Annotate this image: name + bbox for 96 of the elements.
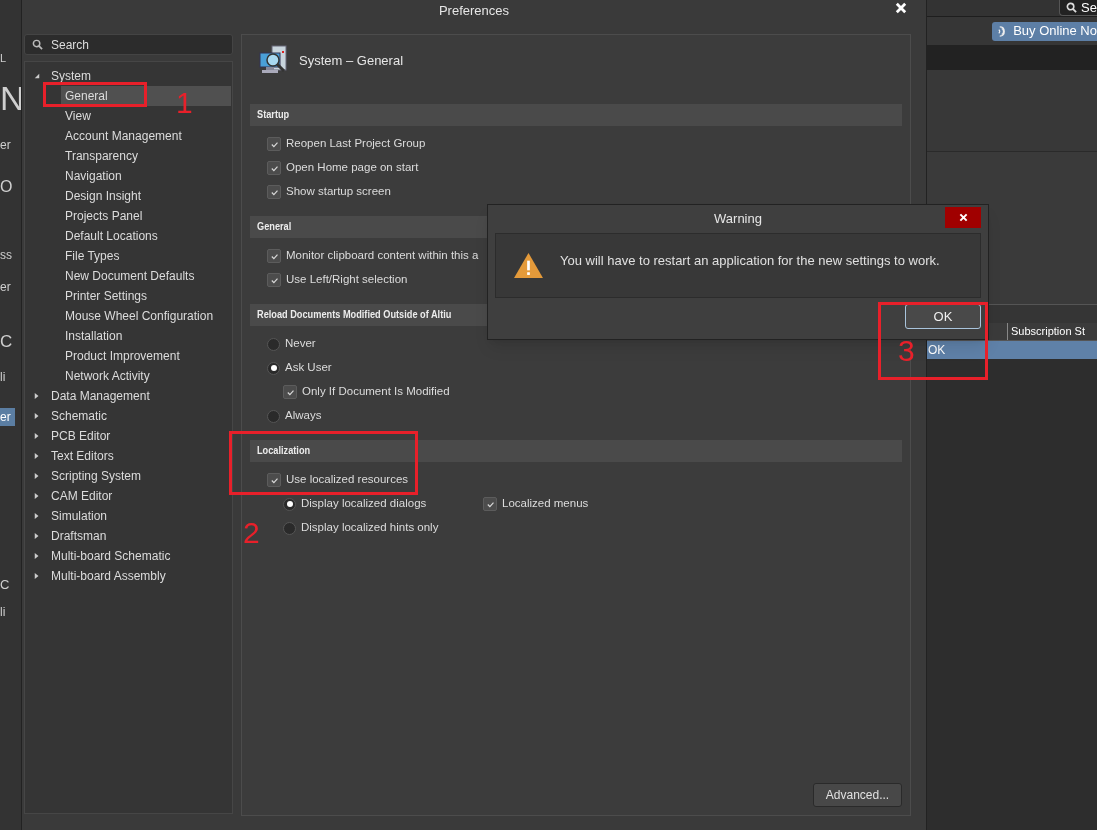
tree-item[interactable]: Data Management xyxy=(49,387,152,405)
tree-item[interactable]: Default Locations xyxy=(61,226,231,246)
text-fragment: C xyxy=(0,576,10,594)
table-row[interactable]: OK xyxy=(927,341,1097,359)
tree-item[interactable]: Schematic xyxy=(49,407,110,425)
collapse-arrow-icon[interactable] xyxy=(33,72,41,80)
radio-button[interactable] xyxy=(283,521,296,535)
annotation-number: 3 xyxy=(898,336,915,366)
expand-arrow-icon[interactable] xyxy=(33,392,41,400)
expand-arrow-icon[interactable] xyxy=(33,492,41,500)
option-label: Always xyxy=(285,408,322,424)
tree-item[interactable]: File Types xyxy=(61,246,231,266)
tree-item[interactable]: Projects Panel xyxy=(61,206,231,226)
window-title: Preferences xyxy=(438,2,510,21)
close-icon xyxy=(958,213,968,222)
checkbox[interactable] xyxy=(267,273,281,287)
option-label: Reopen Last Project Group xyxy=(286,136,426,152)
tree-item[interactable]: PCB Editor xyxy=(49,427,113,445)
radio-button[interactable] xyxy=(267,409,280,423)
checkbox[interactable] xyxy=(267,161,281,175)
text-fragment: C xyxy=(0,331,13,353)
expand-arrow-icon[interactable] xyxy=(33,552,41,560)
tree-item[interactable]: Scripting System xyxy=(49,467,144,485)
checkbox[interactable] xyxy=(267,249,281,263)
search-field[interactable]: Search xyxy=(24,34,233,55)
text-fragment: er xyxy=(0,137,11,154)
table-cell-text: OK xyxy=(927,342,946,359)
option-label: Display localized dialogs xyxy=(301,496,428,512)
expand-arrow-icon[interactable] xyxy=(33,572,41,580)
option-label: Never xyxy=(285,336,316,352)
dialog-title: Warning xyxy=(714,210,762,229)
expand-arrow-icon[interactable] xyxy=(33,532,41,540)
tree-item[interactable]: Installation xyxy=(61,326,231,346)
text-fragment: li xyxy=(0,604,6,621)
expand-arrow-icon[interactable] xyxy=(33,512,41,520)
text-fragment: N xyxy=(0,78,21,118)
option-label: Only If Document Is Modified xyxy=(302,384,450,400)
section-header: Localization xyxy=(257,443,311,459)
checkbox[interactable] xyxy=(267,473,281,487)
option-label: Use Left/Right selection xyxy=(286,272,408,288)
tree-item[interactable]: Transparency xyxy=(61,146,231,166)
expand-arrow-icon[interactable] xyxy=(33,472,41,480)
buy-button[interactable]: Buy Online No xyxy=(992,21,1097,41)
text-fragment: ss xyxy=(0,247,12,264)
section-header: General xyxy=(257,219,292,235)
tree-item[interactable]: CAM Editor xyxy=(49,487,115,505)
tree-item[interactable]: Multi-board Assembly xyxy=(49,567,168,585)
page-title: System – General xyxy=(299,52,404,71)
section-header: Reload Documents Modified Outside of Altiu xyxy=(257,307,452,323)
option-label: Open Home page on start xyxy=(286,160,419,176)
ok-button[interactable]: OK xyxy=(905,304,981,329)
option-label: Show startup screen xyxy=(286,184,391,200)
tree-item[interactable]: Multi-board Schematic xyxy=(49,547,173,565)
option-label: Use localized resources xyxy=(286,472,409,488)
tree-item[interactable]: Printer Settings xyxy=(61,286,231,306)
option-label: Monitor clipboard content within this a xyxy=(286,248,479,264)
radio-button[interactable] xyxy=(267,361,280,375)
option-label: Localized menus xyxy=(502,496,589,512)
tree-item[interactable]: Account Management xyxy=(61,126,231,146)
tree-item[interactable]: Mouse Wheel Configuration xyxy=(61,306,231,326)
section-header: Startup xyxy=(257,107,290,123)
warning-message: You will have to restart an application for the new settings to work. xyxy=(560,251,940,270)
expand-arrow-icon[interactable] xyxy=(33,432,41,440)
tree-item[interactable]: Design Insight xyxy=(61,186,231,206)
tree-item[interactable]: Text Editors xyxy=(49,447,116,465)
option-label: Ask User xyxy=(285,360,332,376)
tree-item[interactable]: Network Activity xyxy=(61,366,231,386)
tree-item[interactable]: New Document Defaults xyxy=(61,266,231,286)
radio-button[interactable] xyxy=(267,337,280,351)
search-icon xyxy=(1066,2,1078,13)
search-field[interactable]: Se xyxy=(1059,0,1097,16)
checkbox[interactable] xyxy=(483,497,497,511)
tree-item[interactable]: Navigation xyxy=(61,166,231,186)
radio-button[interactable] xyxy=(283,497,296,511)
column-header[interactable]: Subscription St xyxy=(1007,323,1085,340)
option-label: Display localized hints only xyxy=(301,520,439,536)
tree-item[interactable]: Draftsman xyxy=(49,527,109,545)
tree-item[interactable]: System xyxy=(49,67,93,85)
expand-arrow-icon[interactable] xyxy=(33,452,41,460)
annotation-number: 2 xyxy=(243,518,260,548)
warning-icon xyxy=(512,252,545,279)
close-button[interactable] xyxy=(894,1,908,15)
text-fragment: O xyxy=(0,177,13,197)
checkbox[interactable] xyxy=(267,137,281,151)
text-fragment: er xyxy=(0,408,15,426)
advanced-button[interactable]: Advanced... xyxy=(813,783,902,807)
text-fragment: li xyxy=(0,369,6,386)
checkbox[interactable] xyxy=(267,185,281,199)
tree-item[interactable]: Product Improvement xyxy=(61,346,231,366)
text-fragment: L xyxy=(0,51,7,66)
search-icon xyxy=(32,39,43,50)
checkbox[interactable] xyxy=(283,385,297,399)
expand-arrow-icon[interactable] xyxy=(33,412,41,420)
close-button[interactable] xyxy=(945,207,981,228)
text-fragment: er xyxy=(0,279,11,296)
tree-item[interactable]: Simulation xyxy=(49,507,110,525)
